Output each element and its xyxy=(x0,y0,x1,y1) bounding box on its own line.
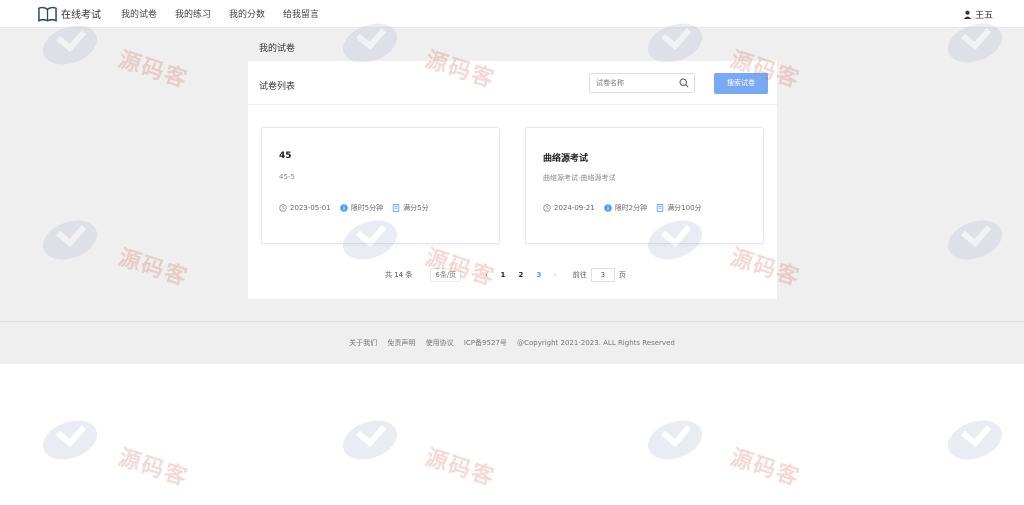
document-icon xyxy=(392,204,400,212)
watermark-logo-icon xyxy=(647,420,703,460)
exam-description: 曲络源考试-曲络源考试 xyxy=(543,174,616,182)
exam-full-score-text: 满分100分 xyxy=(667,204,702,212)
watermark-text: 源码客 xyxy=(727,444,804,492)
panel-header: 试卷列表 搜索试卷 xyxy=(248,61,777,105)
prev-page-icon[interactable]: ‹ xyxy=(485,271,488,279)
exam-time-limit: 限时5分钟 xyxy=(339,203,384,213)
exam-full-score: 满分100分 xyxy=(656,203,702,213)
user-icon xyxy=(963,10,972,19)
app-logo[interactable]: 在线考试 xyxy=(38,6,101,22)
info-icon xyxy=(603,204,612,212)
footer-link-terms[interactable]: 使用协议 xyxy=(426,339,454,347)
panel-title: 试卷列表 xyxy=(259,82,296,92)
exam-time-limit-text: 限时5分钟 xyxy=(350,204,384,212)
exam-meta: 2023-05-01 限时5分钟 满分5分 xyxy=(279,203,438,213)
footer-divider xyxy=(0,321,1024,322)
user-menu[interactable]: 王五 xyxy=(963,0,993,28)
watermark-logo-icon xyxy=(42,420,98,460)
page-size-select[interactable]: 6条/页 xyxy=(430,268,462,282)
footer: 关于我们 免责声明 使用协议 ICP备9527号 @Copyright 2021… xyxy=(0,338,1024,348)
exam-time-limit: 限时2分钟 xyxy=(603,203,648,213)
footer-link-about[interactable]: 关于我们 xyxy=(349,339,377,347)
watermark-text: 源码客 xyxy=(422,444,499,492)
watermark xyxy=(40,415,110,469)
clock-icon xyxy=(279,204,287,212)
app-title: 在线考试 xyxy=(61,10,101,21)
pagination-total: 共 14 条 xyxy=(385,271,413,279)
watermark-text: 源码客 xyxy=(115,444,192,492)
exam-time-limit-text: 限时2分钟 xyxy=(614,204,648,212)
goto-page-input[interactable]: 3 xyxy=(590,268,615,282)
exam-description: 45-5 xyxy=(279,173,295,181)
page-number-1[interactable]: 1 xyxy=(496,271,510,279)
nav-leave-message[interactable]: 给我留言 xyxy=(283,7,319,20)
clock-icon xyxy=(543,204,551,212)
search-input[interactable] xyxy=(590,74,674,92)
footer-copyright: @Copyright 2021-2023. ALL Rights Reserve… xyxy=(517,339,675,347)
page-number-3[interactable]: 3 xyxy=(532,271,546,279)
exam-date-text: 2024-09-21 xyxy=(554,204,595,212)
footer-icp[interactable]: ICP备9527号 xyxy=(464,339,507,347)
exam-meta: 2024-09-21 限时2分钟 满分100分 xyxy=(543,203,711,213)
user-name: 王五 xyxy=(974,10,993,21)
document-icon xyxy=(656,204,664,212)
search-box xyxy=(589,73,695,93)
watermark xyxy=(340,415,410,469)
exam-full-score: 满分5分 xyxy=(392,203,429,213)
nav-my-practice[interactable]: 我的练习 xyxy=(175,7,211,20)
exam-list-panel: 试卷列表 搜索试卷 45 45-5 2023-05-01 xyxy=(248,61,777,299)
exam-date: 2024-09-21 xyxy=(543,204,595,212)
breadcrumb: 我的试卷 xyxy=(259,44,296,54)
exam-card[interactable]: 曲络源考试 曲络源考试-曲络源考试 2024-09-21 限时2分钟 满分100… xyxy=(525,127,764,244)
watermark xyxy=(645,415,715,469)
nav-my-scores[interactable]: 我的分数 xyxy=(229,7,265,20)
footer-link-disclaimer[interactable]: 免责声明 xyxy=(387,339,415,347)
exam-card[interactable]: 45 45-5 2023-05-01 限时5分钟 满分5分 xyxy=(261,127,500,244)
pagination: 共 14 条 6条/页 ‹ 1 2 3 › 前往 3 页 xyxy=(385,268,626,282)
watermark-logo-icon xyxy=(342,420,398,460)
page-unit-label: 页 xyxy=(618,271,626,279)
exam-title: 45 xyxy=(279,151,292,161)
watermark-logo-icon xyxy=(947,420,1003,460)
main-nav: 我的试卷 我的练习 我的分数 给我留言 xyxy=(121,7,337,20)
search-button[interactable]: 搜索试卷 xyxy=(714,73,768,94)
goto-label: 前往 xyxy=(572,271,587,279)
top-navbar: 在线考试 我的试卷 我的练习 我的分数 给我留言 王五 xyxy=(0,0,1024,28)
exam-date: 2023-05-01 xyxy=(279,204,331,212)
page-number-2[interactable]: 2 xyxy=(514,271,528,279)
exam-date-text: 2023-05-01 xyxy=(290,204,331,212)
info-icon xyxy=(339,204,348,212)
next-page-icon[interactable]: › xyxy=(554,271,557,279)
nav-my-exams[interactable]: 我的试卷 xyxy=(121,7,157,20)
book-icon xyxy=(38,6,57,22)
exam-full-score-text: 满分5分 xyxy=(403,204,429,212)
watermark xyxy=(945,415,1015,469)
exam-title: 曲络源考试 xyxy=(543,154,589,164)
search-icon[interactable] xyxy=(679,78,689,88)
